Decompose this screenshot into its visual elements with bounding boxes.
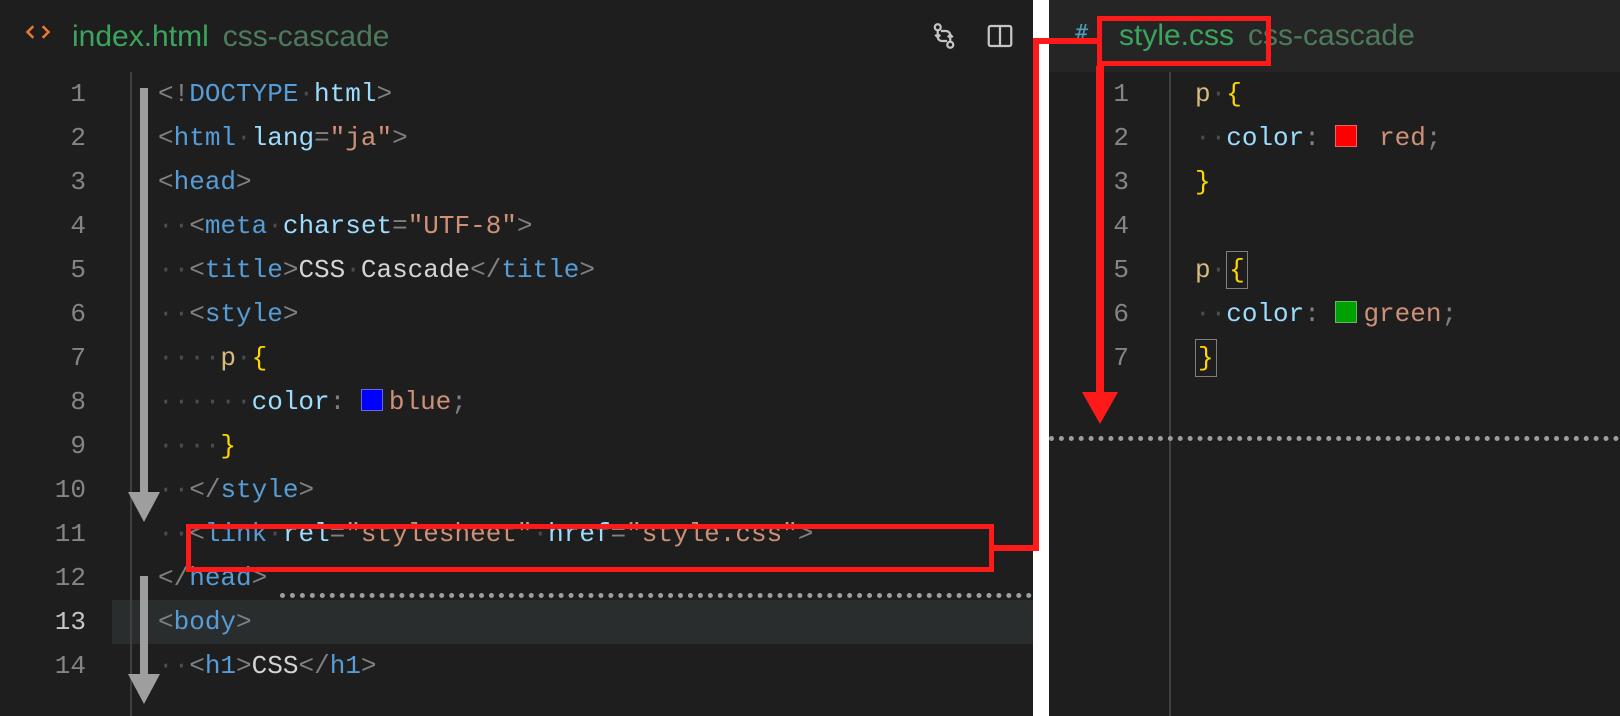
code-line[interactable]: ··color: red; [1195,116,1620,160]
svg-text:#: # [1075,21,1088,45]
code-line[interactable]: <body> [112,600,1033,644]
code-line[interactable]: </head> [158,556,1033,600]
code-line[interactable]: ····} [158,424,1033,468]
split-editor-icon[interactable] [985,21,1015,51]
line-number: 3 [1049,160,1129,204]
code-line[interactable]: <!DOCTYPE·html> [158,72,1033,116]
line-number: 7 [0,336,86,380]
code-line[interactable]: ··<link·rel="stylesheet"·href="style.css… [158,512,1033,556]
line-number: 7 [1049,336,1129,380]
css-file-icon: # [1073,19,1099,45]
split-editor-container: index.html css-cascade [0,0,1620,716]
code-line[interactable]: ··<style> [158,292,1033,336]
code-line[interactable] [1195,204,1620,248]
line-number: 3 [0,160,86,204]
tab-actions [929,0,1015,72]
editor-pane-right: # style.css css-cascade 1234567 p·{··col… [1049,0,1620,716]
editor-body-right[interactable]: 1234567 p·{··color: red;}p·{··color: gre… [1049,72,1620,716]
pane-divider[interactable] [1033,0,1049,716]
code-area-right[interactable]: p·{··color: red;}p·{··color: green;} [1151,72,1620,716]
line-number: 4 [0,204,86,248]
code-line[interactable]: ··<meta·charset="UTF-8"> [158,204,1033,248]
tab-index-html[interactable]: index.html css-cascade [14,12,399,60]
line-number: 9 [0,424,86,468]
code-line[interactable]: ··<h1>CSS</h1> [158,644,1033,688]
line-number: 6 [0,292,86,336]
line-number: 1 [0,72,86,116]
tab-bar-left: index.html css-cascade [0,0,1033,72]
html-file-icon [24,18,52,46]
code-line[interactable]: p·{ [1195,72,1620,116]
code-line[interactable]: ······color: blue; [158,380,1033,424]
line-number: 5 [1049,248,1129,292]
tab-folder-name: css-cascade [1248,19,1415,53]
line-number: 10 [0,468,86,512]
code-line[interactable]: p·{ [1195,248,1620,292]
line-number: 13 [0,600,86,644]
code-line[interactable]: ··color: green; [1195,292,1620,336]
tab-bar-right: # style.css css-cascade [1049,0,1620,72]
line-number-gutter: 1234567891011121314 [0,72,112,716]
code-line[interactable]: ··<title>CSS·Cascade</title> [158,248,1033,292]
line-number: 8 [0,380,86,424]
code-area-left[interactable]: <!DOCTYPE·html><html·lang="ja"><head>··<… [112,72,1033,716]
code-line[interactable]: ··</style> [158,468,1033,512]
tab-folder-name: css-cascade [223,20,390,54]
code-line[interactable]: <html·lang="ja"> [158,116,1033,160]
line-number: 14 [0,644,86,688]
line-number-gutter: 1234567 [1049,72,1151,716]
line-number: 1 [1049,72,1129,116]
line-number: 6 [1049,292,1129,336]
editor-pane-left: index.html css-cascade [0,0,1033,716]
tab-style-css[interactable]: # style.css css-cascade [1063,13,1425,59]
code-line[interactable]: <head> [158,160,1033,204]
line-number: 2 [0,116,86,160]
tab-file-name: style.css [1119,19,1234,53]
code-line[interactable]: ····p·{ [158,336,1033,380]
tab-file-name: index.html [72,20,209,54]
line-number: 2 [1049,116,1129,160]
line-number: 11 [0,512,86,556]
line-number: 4 [1049,204,1129,248]
source-control-icon[interactable] [929,21,959,51]
line-number: 5 [0,248,86,292]
line-number: 12 [0,556,86,600]
code-line[interactable]: } [1195,336,1620,380]
editor-body-left[interactable]: 1234567891011121314 <!DOCTYPE·html><html… [0,72,1033,716]
code-line[interactable]: } [1195,160,1620,204]
